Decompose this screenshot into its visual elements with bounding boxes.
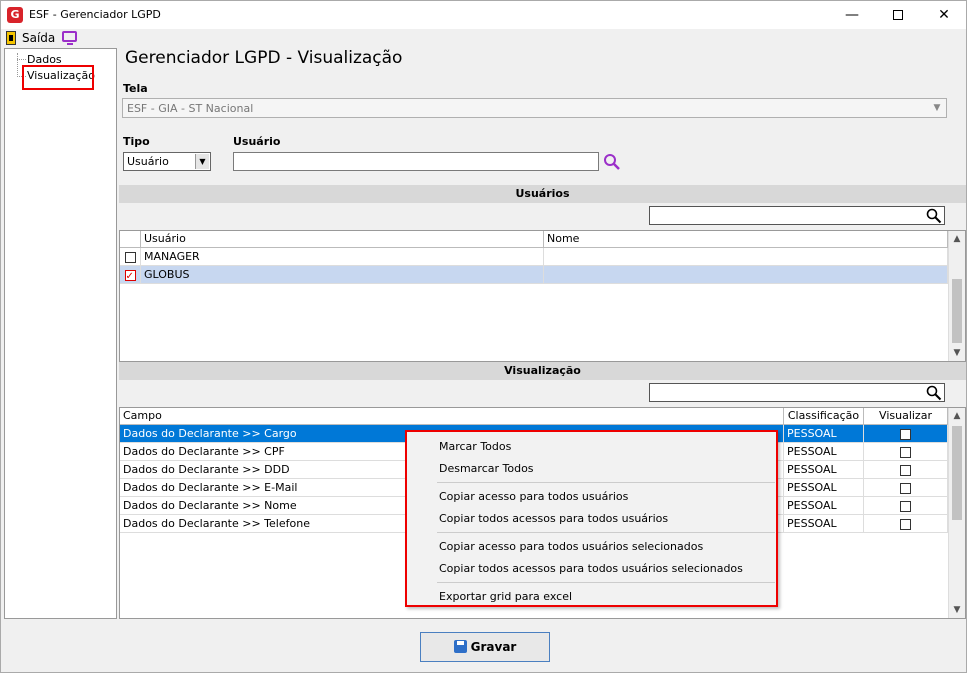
menu-item-desmarcar-todos[interactable]: Desmarcar Todos — [439, 460, 534, 478]
usuario-input[interactable] — [233, 152, 599, 171]
usuario-cell: MANAGER — [141, 248, 544, 266]
column-header-usuario[interactable]: Usuário — [141, 231, 544, 248]
page-title: Gerenciador LGPD - Visualização — [125, 48, 403, 68]
nome-cell — [544, 266, 948, 284]
tree-connector — [17, 59, 26, 60]
classificacao-cell: PESSOAL — [784, 425, 864, 443]
tela-value: ESF - GIA - ST Nacional — [127, 102, 254, 115]
column-header-check — [120, 231, 141, 248]
menu-item-exportar-excel[interactable]: Exportar grid para excel — [439, 588, 572, 606]
column-header-visualizar[interactable]: Visualizar — [864, 408, 948, 425]
column-header-campo[interactable]: Campo — [120, 408, 784, 425]
scroll-down-icon[interactable]: ▼ — [949, 602, 965, 618]
chevron-down-icon[interactable]: ▼ — [930, 101, 944, 115]
title-bar: G ESF - Gerenciador LGPD — ✕ — [1, 1, 966, 29]
visualizar-checkbox[interactable] — [900, 464, 911, 476]
highlight-annotation — [22, 65, 94, 90]
close-button[interactable]: ✕ — [921, 1, 967, 29]
menu-item-copiar-acesso-selecionados[interactable]: Copiar acesso para todos usuários seleci… — [439, 538, 703, 556]
window-title: ESF - Gerenciador LGPD — [29, 8, 161, 21]
visualizacao-filter-input[interactable] — [649, 383, 945, 402]
column-header-nome[interactable]: Nome — [544, 231, 948, 248]
visualizar-checkbox[interactable] — [900, 428, 911, 440]
row-checkbox[interactable] — [124, 251, 136, 263]
scroll-thumb[interactable] — [952, 426, 962, 520]
maximize-button[interactable] — [875, 1, 921, 29]
sidebar-tree: Dados Visualização — [4, 48, 117, 619]
tela-label: Tela — [123, 82, 148, 95]
classificacao-cell: PESSOAL — [784, 497, 864, 515]
floppy-disk-icon — [453, 640, 467, 653]
classificacao-cell: PESSOAL — [784, 461, 864, 479]
usuarios-grid: Usuário Nome MANAGER GLOBUS ▲ ▼ — [119, 230, 966, 362]
save-label: Gravar — [470, 640, 517, 654]
monitor-icon[interactable] — [62, 31, 77, 45]
menu-item-copiar-todos-acessos-selecionados[interactable]: Copiar todos acessos para todos usuários… — [439, 560, 743, 578]
search-icon[interactable] — [603, 153, 621, 171]
scroll-thumb[interactable] — [952, 279, 962, 343]
table-row[interactable]: MANAGER — [120, 248, 948, 266]
maximize-icon — [893, 10, 903, 20]
tipo-select[interactable]: Usuário ▼ — [123, 152, 211, 171]
usuarios-section-header: Usuários — [119, 185, 966, 203]
nome-cell — [544, 248, 948, 266]
app-window: G ESF - Gerenciador LGPD — ✕ Saída Dados… — [0, 0, 967, 673]
context-menu: Marcar Todos Desmarcar Todos Copiar aces… — [405, 430, 778, 607]
usuarios-scrollbar[interactable]: ▲ ▼ — [948, 231, 965, 361]
exit-door-icon[interactable] — [6, 31, 16, 45]
usuario-label: Usuário — [233, 135, 281, 148]
menu-item-marcar-todos[interactable]: Marcar Todos — [439, 438, 511, 456]
table-row[interactable]: GLOBUS — [120, 266, 948, 284]
tela-select[interactable]: ESF - GIA - ST Nacional ▼ — [122, 98, 947, 118]
classificacao-cell: PESSOAL — [784, 479, 864, 497]
classificacao-cell: PESSOAL — [784, 515, 864, 533]
visualizacao-scrollbar[interactable]: ▲ ▼ — [948, 408, 965, 618]
toolbar: Saída — [1, 29, 966, 47]
menu-separator — [437, 482, 775, 483]
minimize-button[interactable]: — — [829, 1, 875, 29]
save-button[interactable]: Gravar — [420, 632, 550, 662]
search-icon[interactable] — [926, 385, 942, 401]
menu-separator — [437, 582, 775, 583]
chevron-down-icon[interactable]: ▼ — [195, 154, 209, 169]
tree-connector — [17, 53, 18, 77]
visualizar-checkbox[interactable] — [900, 446, 911, 458]
visualizar-checkbox[interactable] — [900, 482, 911, 494]
tipo-value: Usuário — [127, 155, 169, 168]
classificacao-cell: PESSOAL — [784, 443, 864, 461]
scroll-up-icon[interactable]: ▲ — [949, 408, 965, 424]
menu-item-copiar-todos-acessos-todos[interactable]: Copiar todos acessos para todos usuários — [439, 510, 668, 528]
visualizacao-section-header: Visualização — [119, 362, 966, 380]
usuarios-filter-input[interactable] — [649, 206, 945, 225]
scroll-up-icon[interactable]: ▲ — [949, 231, 965, 247]
visualizar-checkbox[interactable] — [900, 518, 911, 530]
app-logo-icon: G — [7, 7, 23, 23]
exit-button[interactable]: Saída — [22, 31, 55, 45]
column-header-classificacao[interactable]: Classificação — [784, 408, 864, 425]
scroll-down-icon[interactable]: ▼ — [949, 345, 965, 361]
menu-item-copiar-acesso-todos[interactable]: Copiar acesso para todos usuários — [439, 488, 628, 506]
menu-separator — [437, 532, 775, 533]
search-icon[interactable] — [926, 208, 942, 224]
usuario-cell: GLOBUS — [141, 266, 544, 284]
row-checkbox[interactable] — [124, 268, 136, 283]
visualizar-checkbox[interactable] — [900, 500, 911, 512]
tipo-label: Tipo — [123, 135, 150, 148]
